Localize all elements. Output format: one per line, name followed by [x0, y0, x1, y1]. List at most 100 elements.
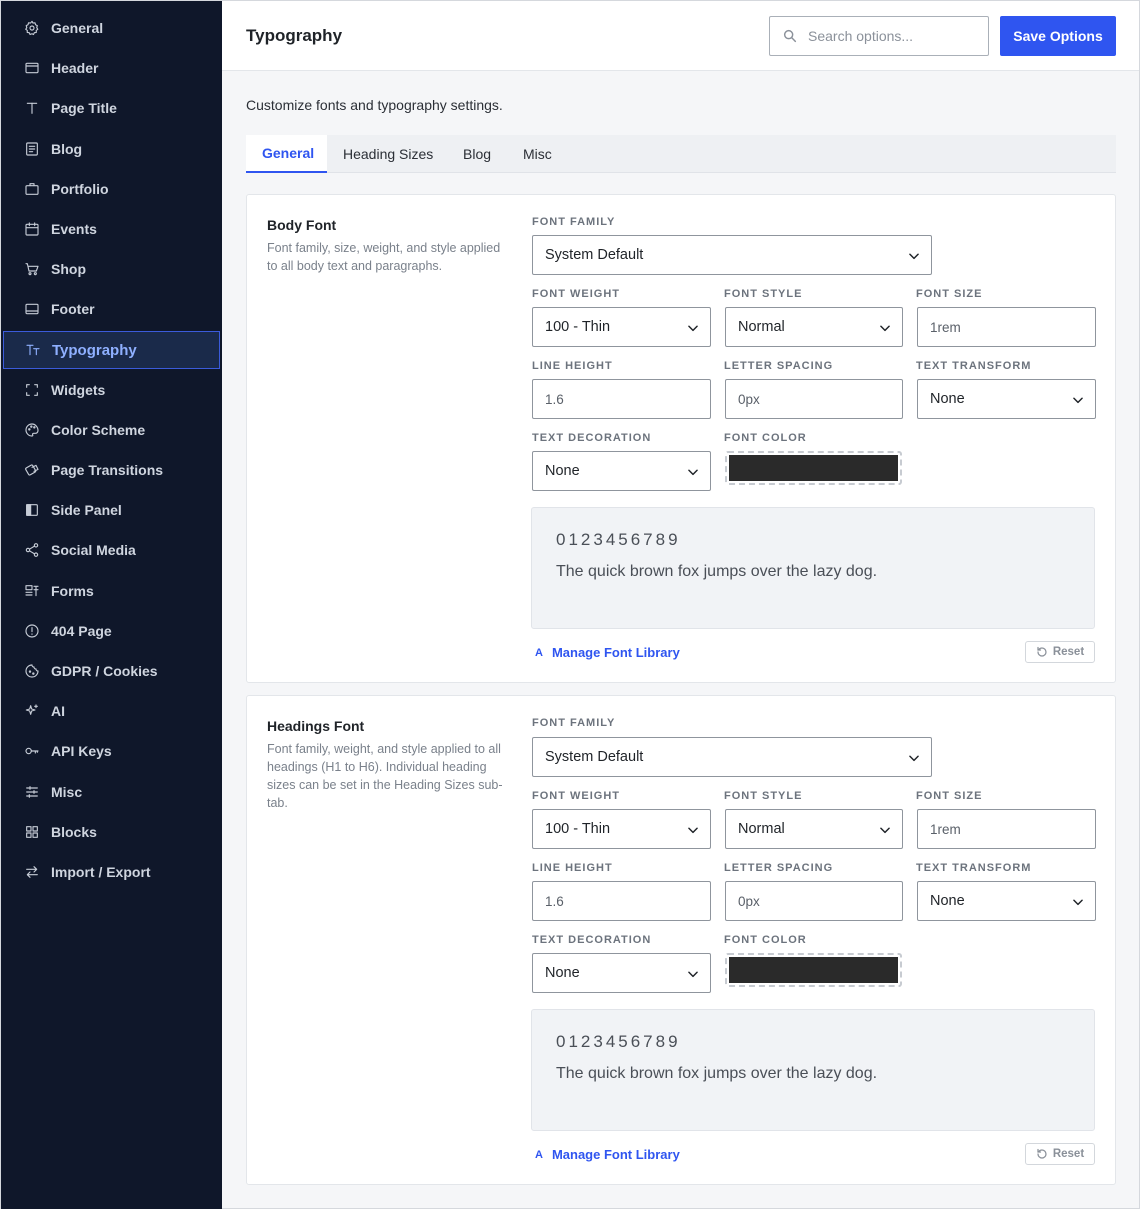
letter-spacing-label: LETTER SPACING — [724, 360, 834, 372]
font-a-icon: A — [535, 1148, 543, 1161]
line-height-label: LINE HEIGHT — [532, 360, 613, 372]
sidebar-item-widgets[interactable]: Widgets — [3, 371, 220, 409]
body-font-style-select[interactable]: Normal — [725, 307, 903, 347]
manage-font-library-link[interactable]: A Manage Font Library — [535, 1147, 680, 1162]
sidebar-item-page-transitions[interactable]: Page Transitions — [3, 451, 220, 489]
body-font-size-input[interactable]: 1rem — [917, 307, 1096, 347]
chevron-down-icon — [880, 827, 890, 834]
body-text-decoration-select[interactable]: None — [532, 451, 711, 491]
sidebar-item-shop[interactable]: Shop — [3, 250, 220, 288]
app-window: General Header Page Title Blog Portfolio… — [0, 0, 1140, 1209]
font-style-label: FONT STYLE — [724, 288, 803, 300]
sidebar-item-label: Page Title — [51, 100, 117, 116]
chevron-down-icon — [688, 469, 698, 476]
share-icon — [23, 541, 41, 559]
sidebar-item-typography[interactable]: Typography — [3, 331, 220, 369]
headings-line-height-input[interactable]: 1.6 — [532, 881, 711, 921]
font-color-label: FONT COLOR — [724, 432, 807, 444]
preview-text: The quick brown fox jumps over the lazy … — [556, 563, 878, 580]
select-value: None — [930, 391, 965, 407]
search-input[interactable] — [808, 28, 978, 44]
header-icon — [23, 59, 41, 77]
typography-icon — [24, 341, 42, 359]
headings-text-transform-select[interactable]: None — [917, 881, 1096, 921]
sidebar-item-misc[interactable]: Misc — [3, 773, 220, 811]
color-swatch — [729, 957, 898, 983]
palette-icon — [23, 421, 41, 439]
sidebar-item-404-page[interactable]: 404 Page — [3, 612, 220, 650]
sidebar-item-page-title[interactable]: Page Title — [3, 89, 220, 127]
sidebar-item-blog[interactable]: Blog — [3, 130, 220, 168]
document-icon — [23, 140, 41, 158]
font-size-label: FONT SIZE — [916, 790, 983, 802]
body-font-weight-select[interactable]: 100 - Thin — [532, 307, 711, 347]
top-bar: Typography Save Options — [222, 1, 1139, 71]
font-family-label: FONT FAMILY — [532, 717, 616, 729]
reset-label: Reset — [1052, 1148, 1085, 1160]
manage-link-label: Manage Font Library — [551, 645, 680, 660]
sidebar-item-side-panel[interactable]: Side Panel — [3, 491, 220, 529]
sidebar-item-label: Forms — [51, 583, 94, 599]
tab-heading-sizes[interactable]: Heading Sizes — [327, 135, 449, 173]
headings-font-weight-select[interactable]: 100 - Thin — [532, 809, 711, 849]
chevron-down-icon — [688, 827, 698, 834]
sidebar-item-forms[interactable]: Forms — [3, 572, 220, 610]
sidebar-item-social-media[interactable]: Social Media — [3, 531, 220, 569]
headings-font-style-select[interactable]: Normal — [725, 809, 903, 849]
sidebar-item-ai[interactable]: AI — [3, 692, 220, 730]
sidebar-item-label: Misc — [51, 784, 83, 800]
font-a-icon: A — [535, 646, 543, 659]
tab-blog[interactable]: Blog — [447, 135, 507, 173]
save-options-button[interactable]: Save Options — [1000, 16, 1116, 56]
page-title: Typography — [246, 26, 343, 45]
tab-misc[interactable]: Misc — [507, 135, 568, 173]
headings-font-family-select[interactable]: System Default — [532, 737, 932, 777]
body-letter-spacing-input[interactable]: 0px — [725, 379, 903, 419]
body-font-family-select[interactable]: System Default — [532, 235, 932, 275]
sidebar-item-label: Side Panel — [51, 502, 122, 518]
reset-icon — [1037, 646, 1047, 657]
chevron-down-icon — [1073, 397, 1083, 404]
sidebar-item-blocks[interactable]: Blocks — [3, 813, 220, 851]
sidebar-item-header[interactable]: Header — [3, 49, 220, 87]
chevron-down-icon — [909, 253, 919, 260]
sidebar-item-import-export[interactable]: Import / Export — [3, 853, 220, 891]
widgets-icon — [23, 381, 41, 399]
sidebar-item-gdpr-cookies[interactable]: GDPR / Cookies — [3, 652, 220, 690]
sidebar-item-api-keys[interactable]: API Keys — [3, 732, 220, 770]
sidebar-item-events[interactable]: Events — [3, 210, 220, 248]
tab-general[interactable]: General — [246, 135, 327, 173]
color-swatch — [729, 455, 898, 481]
blocks-icon — [23, 823, 41, 841]
reset-button[interactable]: Reset — [1025, 1143, 1095, 1165]
transitions-icon — [23, 461, 41, 479]
headings-letter-spacing-input[interactable]: 0px — [725, 881, 903, 921]
headings-font-color-picker[interactable] — [725, 953, 902, 987]
headings-text-decoration-select[interactable]: None — [532, 953, 711, 993]
preview-digits: 0123456789 — [556, 530, 681, 549]
font-style-label: FONT STYLE — [724, 790, 803, 802]
body-font-color-picker[interactable] — [725, 451, 902, 485]
sidebar-item-color-scheme[interactable]: Color Scheme — [3, 411, 220, 449]
reset-button[interactable]: Reset — [1025, 641, 1095, 663]
cookie-icon — [23, 662, 41, 680]
sidebar-item-portfolio[interactable]: Portfolio — [3, 170, 220, 208]
sidebar-item-label: Page Transitions — [51, 462, 164, 478]
chevron-down-icon — [1073, 899, 1083, 906]
sidebar-item-label: General — [51, 20, 104, 36]
select-value: None — [930, 893, 965, 909]
headings-font-size-input[interactable]: 1rem — [917, 809, 1096, 849]
body-text-transform-select[interactable]: None — [917, 379, 1096, 419]
select-value: 100 - Thin — [545, 821, 611, 837]
search-box[interactable] — [769, 16, 989, 56]
sidebar-item-footer[interactable]: Footer — [3, 290, 220, 328]
headings-font-preview: 0123456789 The quick brown fox jumps ove… — [531, 1009, 1095, 1131]
select-value: System Default — [545, 749, 644, 765]
sliders-icon — [23, 783, 41, 801]
sidebar-item-label: API Keys — [51, 743, 112, 759]
sidebar-item-label: Events — [51, 221, 97, 237]
sidebar-item-general[interactable]: General — [3, 9, 220, 47]
preview-digits: 0123456789 — [556, 1032, 681, 1051]
body-line-height-input[interactable]: 1.6 — [532, 379, 711, 419]
manage-font-library-link[interactable]: A Manage Font Library — [535, 645, 680, 660]
